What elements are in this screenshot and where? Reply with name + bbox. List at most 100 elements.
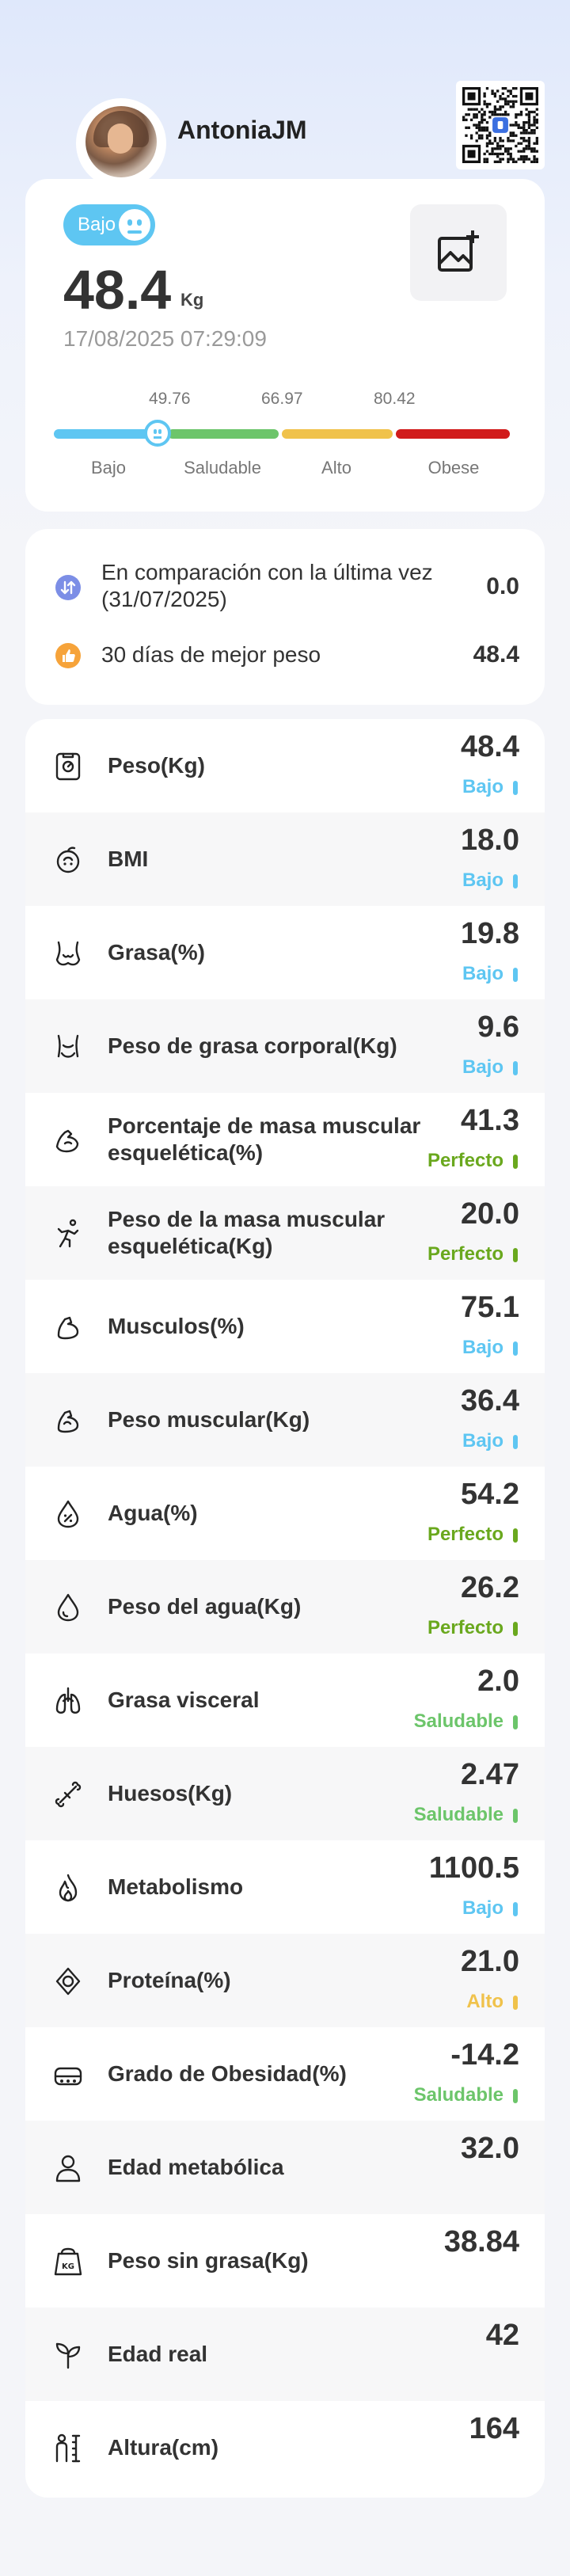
metric-status: Bajo — [462, 1897, 504, 1919]
metric-row[interactable]: Peso del agua(Kg) 26.2 Perfecto — [25, 1560, 545, 1653]
svg-text:KG: KG — [62, 2262, 74, 2271]
metric-value: 36.4 — [461, 1384, 519, 1417]
metric-name: Grado de Obesidad(%) — [108, 2061, 347, 2086]
metric-row[interactable]: Peso de grasa corporal(Kg) 9.6 Bajo — [25, 999, 545, 1093]
profile-header: AntoniaJM — [0, 0, 570, 190]
metric-value: 48.4 — [461, 730, 519, 763]
metric-status-indicator — [513, 1155, 518, 1169]
scale-indicator-face-icon — [144, 420, 171, 447]
obesity-icon — [51, 2057, 86, 2092]
metric-status-indicator — [513, 1622, 518, 1636]
qr-code-icon[interactable] — [456, 81, 545, 169]
metric-row[interactable]: KG Peso sin grasa(Kg) 38.84 — [25, 2214, 545, 2308]
threshold-2: 66.97 — [261, 390, 303, 408]
comparison-best-label: 30 días de mejor peso — [101, 642, 321, 667]
metric-value: 54.2 — [461, 1478, 519, 1511]
bmi-icon — [51, 843, 86, 877]
metric-name: Proteína(%) — [108, 1968, 231, 1992]
metric-status-indicator — [513, 968, 518, 982]
metric-row[interactable]: Agua(%) 54.2 Perfecto — [25, 1467, 545, 1560]
metric-row[interactable]: Porcentaje de masa muscular esquelética(… — [25, 1093, 545, 1186]
metric-value: 75.1 — [461, 1291, 519, 1324]
measurement-date: 17/08/2025 07:29:09 — [63, 326, 267, 351]
metric-name: Peso(Kg) — [108, 753, 205, 778]
metric-name: BMI — [108, 847, 149, 871]
add-photo-button[interactable] — [410, 204, 507, 301]
avatar-frame[interactable] — [76, 98, 166, 188]
metric-row[interactable]: Metabolismo 1100.5 Bajo — [25, 1840, 545, 1934]
threshold-1: 49.76 — [149, 390, 191, 408]
metric-value: 42 — [485, 2319, 519, 2352]
fat-weight-icon — [51, 1029, 86, 1064]
metric-value: 20.0 — [461, 1197, 519, 1231]
metric-status: Perfecto — [427, 1243, 504, 1265]
comparison-last-row[interactable]: En comparación con la última vez (31/07/… — [25, 559, 545, 615]
metric-row[interactable]: Grasa visceral 2.0 Saludable — [25, 1653, 545, 1747]
running-icon — [51, 1216, 86, 1251]
scale-segment-alto — [282, 429, 393, 439]
metric-status: Perfecto — [427, 1617, 504, 1638]
status-badge: Bajo — [63, 204, 156, 245]
metric-status: Saludable — [413, 1710, 504, 1732]
comparison-best-value: 48.4 — [473, 641, 519, 668]
metric-status: Saludable — [413, 2084, 504, 2106]
metric-status: Bajo — [462, 1056, 504, 1078]
metric-value: 19.8 — [461, 917, 519, 950]
metrics-list: Peso(Kg) 48.4 Bajo BMI 18.0 Bajo Grasa(%) 19.8 B… — [25, 719, 545, 2498]
metric-status-indicator — [513, 1248, 518, 1262]
status-badge-label: Bajo — [78, 214, 116, 235]
scale-segment-obese — [396, 429, 510, 439]
metric-row[interactable]: Peso de la masa muscular esquelética(Kg)… — [25, 1186, 545, 1280]
metric-row[interactable]: Peso muscular(Kg) 36.4 Bajo — [25, 1373, 545, 1467]
metric-status-indicator — [513, 1528, 518, 1543]
metric-value: 164 — [469, 2412, 519, 2445]
water-drop-icon — [51, 1590, 86, 1625]
metric-status-indicator — [513, 1809, 518, 1823]
comparison-last-label: En comparación con la última vez (31/07/… — [101, 560, 433, 611]
metric-name: Peso del agua(Kg) — [108, 1594, 302, 1619]
metric-name: Huesos(Kg) — [108, 1781, 233, 1805]
metric-status: Perfecto — [427, 1524, 504, 1545]
metric-name: Peso sin grasa(Kg) — [108, 2248, 309, 2273]
metric-name: Musculos(%) — [108, 1314, 245, 1338]
metric-row[interactable]: Grasa(%) 19.8 Bajo — [25, 906, 545, 999]
metric-name: Peso de la masa muscular esquelética(Kg) — [108, 1207, 386, 1258]
metric-row[interactable]: Musculos(%) 75.1 Bajo — [25, 1280, 545, 1373]
scale-label-saludable: Saludable — [184, 458, 261, 478]
avatar[interactable] — [86, 106, 157, 177]
metric-row[interactable]: Proteína(%) 21.0 Alto — [25, 1934, 545, 2027]
metric-name: Peso de grasa corporal(Kg) — [108, 1033, 397, 1058]
metric-status-indicator — [513, 1715, 518, 1729]
metric-value: 1100.5 — [428, 1851, 519, 1885]
metric-value: 41.3 — [461, 1104, 519, 1137]
metric-value: 21.0 — [461, 1945, 519, 1978]
metric-status: Bajo — [462, 869, 504, 891]
metric-row[interactable]: Peso(Kg) 48.4 Bajo — [25, 719, 545, 812]
comparison-card: En comparación con la última vez (31/07/… — [25, 529, 545, 705]
metric-row[interactable]: Edad real 42 — [25, 2308, 545, 2401]
metric-value: 18.0 — [461, 824, 519, 857]
metric-row[interactable]: Altura(cm) 164 — [25, 2401, 545, 2494]
metric-status-indicator — [513, 781, 518, 795]
metric-name: Edad metabólica — [108, 2155, 284, 2179]
metric-row[interactable]: Huesos(Kg) 2.47 Saludable — [25, 1747, 545, 1840]
thumbs-up-icon — [55, 643, 81, 668]
muscle-icon — [51, 1310, 86, 1345]
weight-value: 48.4 — [63, 259, 172, 321]
body-fat-icon — [51, 936, 86, 971]
metric-status: Alto — [466, 1991, 504, 2012]
username: AntoniaJM — [177, 116, 307, 144]
comparison-best-row[interactable]: 30 días de mejor peso 48.4 — [25, 637, 545, 676]
metric-row[interactable]: BMI 18.0 Bajo — [25, 812, 545, 906]
metric-value: 38.84 — [443, 2225, 519, 2258]
lungs-icon — [51, 1684, 86, 1718]
metric-name: Agua(%) — [108, 1501, 198, 1525]
metric-value: 2.0 — [477, 1665, 519, 1698]
protein-icon — [51, 1964, 86, 1999]
weight-card: Bajo 48.4 Kg 17/08/2025 07:29:09 49.76 6… — [25, 179, 545, 512]
metric-status: Bajo — [462, 1337, 504, 1358]
metric-row[interactable]: Edad metabólica 32.0 — [25, 2121, 545, 2214]
metric-value: 9.6 — [477, 1010, 519, 1044]
metric-row[interactable]: Grado de Obesidad(%) -14.2 Saludable — [25, 2027, 545, 2121]
scale-label-obese: Obese — [428, 458, 480, 478]
